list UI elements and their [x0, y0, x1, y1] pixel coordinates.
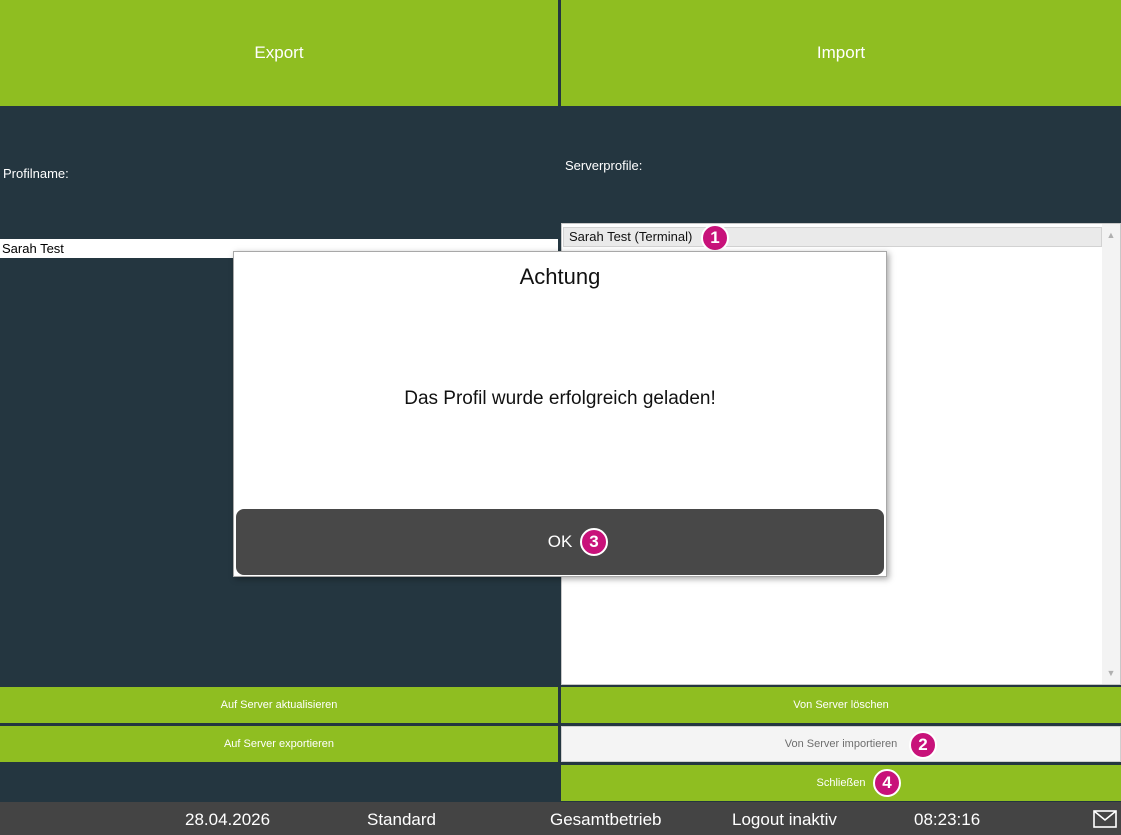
server-profiles-label: Serverprofile:	[565, 158, 643, 173]
status-date: 28.04.2026	[185, 810, 271, 829]
status-time: 08:23:16	[914, 810, 981, 829]
status-bar: 28.04.2026 Standard Gesamtbetrieb Logout…	[0, 802, 1121, 835]
callout-badge-2: 2	[909, 731, 937, 759]
callout-badge-4: 4	[873, 769, 901, 797]
update-on-server-button[interactable]: Auf Server aktualisieren	[0, 687, 558, 723]
ok-button-label: OK	[547, 532, 573, 551]
status-mode: Standard	[367, 810, 436, 829]
callout-badge-3: 3	[580, 528, 608, 556]
chevron-down-icon[interactable]: ▼	[1102, 664, 1120, 682]
export-to-server-button[interactable]: Auf Server exportieren	[0, 726, 558, 762]
import-from-server-button[interactable]: Von Server importieren	[561, 726, 1121, 762]
dialog-message: Das Profil wurde erfolgreich geladen!	[404, 388, 716, 409]
delete-from-server-button[interactable]: Von Server löschen	[561, 687, 1121, 723]
profile-manager-window: Export Import Profilname: Serverprofile:…	[0, 0, 1121, 835]
list-item[interactable]: Sarah Test (Terminal)	[563, 227, 1102, 247]
dialog-title: Achtung	[519, 264, 601, 289]
profile-name-label: Profilname:	[3, 166, 69, 181]
tab-import[interactable]: Import	[561, 0, 1121, 106]
status-logout: Logout inaktiv	[732, 810, 837, 829]
tab-export[interactable]: Export	[0, 0, 558, 106]
callout-badge-1: 1	[701, 224, 729, 252]
close-button[interactable]: Schließen	[561, 765, 1121, 801]
scrollbar[interactable]: ▲ ▼	[1102, 224, 1120, 684]
mail-icon[interactable]	[1093, 810, 1117, 828]
ok-button[interactable]: OK	[236, 509, 884, 575]
alert-dialog: Achtung Das Profil wurde erfolgreich gel…	[233, 251, 887, 577]
chevron-up-icon[interactable]: ▲	[1102, 226, 1120, 244]
status-operation: Gesamtbetrieb	[550, 810, 662, 829]
